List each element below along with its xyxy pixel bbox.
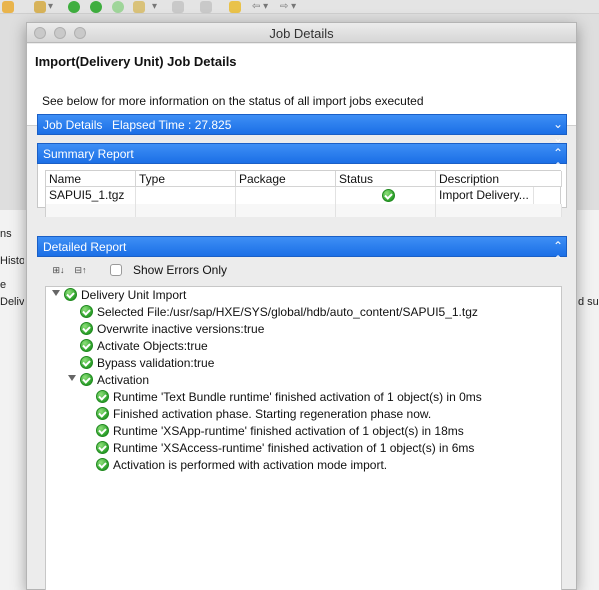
run-icon[interactable]	[90, 1, 102, 13]
dropdown-arrow-icon[interactable]: ▾	[152, 1, 157, 13]
table-cell-status[interactable]	[336, 187, 436, 204]
pin-icon[interactable]	[229, 1, 241, 13]
prev-annotation-icon[interactable]	[200, 1, 212, 13]
expanded-triangle-icon[interactable]	[52, 290, 60, 296]
ide-text-fragment: Delive	[0, 296, 24, 308]
empty-cell	[236, 204, 336, 217]
ide-text-fragment: e	[0, 279, 7, 291]
expand-all-icon[interactable]: ⊞↓	[51, 264, 66, 276]
column-header-name[interactable]: Name	[46, 171, 136, 187]
detailed-report-section[interactable]: Detailed Report ⌃ ⌃	[37, 236, 567, 267]
success-icon	[96, 424, 109, 437]
column-header-package[interactable]: Package	[236, 171, 336, 187]
check-icon[interactable]	[112, 1, 124, 13]
job-details-dialog: Job Details Import(Delivery Unit) Job De…	[26, 22, 577, 590]
column-header-status[interactable]: Status	[336, 171, 436, 187]
success-icon	[96, 458, 109, 471]
job-details-section[interactable]: Job Details Elapsed Time : 27.825 ⌄ ⌄	[37, 114, 567, 145]
show-errors-label: Show Errors Only	[133, 263, 228, 277]
summary-report-body: Name Type Package Status Description SAP…	[37, 164, 567, 217]
table-cell-type[interactable]	[136, 187, 236, 204]
forward-arrow-icon[interactable]: ⇨ ▾	[280, 1, 296, 13]
success-icon	[80, 322, 93, 335]
expanded-triangle-icon[interactable]	[68, 375, 76, 381]
success-icon	[80, 356, 93, 369]
collapse-all-icon[interactable]: ⊟↑	[73, 264, 88, 276]
dropdown-arrow-icon[interactable]: ▾	[48, 1, 53, 13]
elapsed-time: Elapsed Time : 27.825	[112, 118, 232, 132]
empty-cell	[46, 204, 136, 217]
show-errors-checkbox[interactable]	[110, 264, 122, 276]
dialog-titlebar[interactable]: Job Details	[27, 23, 576, 43]
ide-tab-fragment: ns	[0, 228, 12, 240]
window-title: Job Details	[269, 26, 334, 41]
next-annotation-icon[interactable]	[172, 1, 184, 13]
success-icon	[80, 373, 93, 386]
header-title: Import(Delivery Unit) Job Details	[35, 54, 237, 69]
table-cell-name[interactable]: SAPUI5_1.tgz	[46, 187, 136, 204]
column-header-type[interactable]: Type	[136, 171, 236, 187]
summary-table: Name Type Package Status Description SAP…	[45, 170, 562, 217]
expand-icon[interactable]: ⌄ ⌄	[553, 117, 563, 145]
table-cell-description[interactable]: Import Delivery...	[436, 187, 534, 204]
summary-report-title: Summary Report	[43, 147, 134, 161]
job-details-label: Job Details	[43, 118, 103, 132]
ide-tab-fragment: Histo	[0, 255, 24, 267]
header-description: See below for more information on the st…	[42, 94, 424, 108]
detail-toolbar: ⊞↓ ⊟↑ Show Errors Only	[37, 261, 567, 281]
success-icon	[80, 339, 93, 352]
table-cell-package[interactable]	[236, 187, 336, 204]
summary-report-section[interactable]: Summary Report ⌃⌃	[37, 143, 567, 174]
ide-toolbar: ▾ ▾ ⇦ ▾ ⇨ ▾	[0, 0, 599, 14]
success-icon	[64, 288, 77, 301]
success-icon	[96, 407, 109, 420]
column-header-description[interactable]: Description	[436, 171, 562, 187]
success-icon	[96, 441, 109, 454]
run-forward-icon[interactable]	[68, 1, 80, 13]
folder-open-icon[interactable]	[2, 1, 14, 13]
empty-cell	[336, 204, 436, 217]
detailed-report-title: Detailed Report	[43, 240, 127, 254]
wand-icon[interactable]	[34, 1, 46, 13]
ide-right-panel	[574, 210, 599, 590]
back-arrow-icon[interactable]: ⇦ ▾	[252, 1, 268, 13]
empty-cell	[436, 204, 562, 217]
detailed-report-tree: Delivery Unit Import Selected File:/usr/…	[45, 286, 562, 590]
success-icon	[80, 305, 93, 318]
success-icon	[96, 390, 109, 403]
clipboard-icon[interactable]	[133, 1, 145, 13]
empty-cell	[136, 204, 236, 217]
success-icon	[382, 189, 395, 202]
ide-text-fragment: d su	[578, 296, 599, 308]
